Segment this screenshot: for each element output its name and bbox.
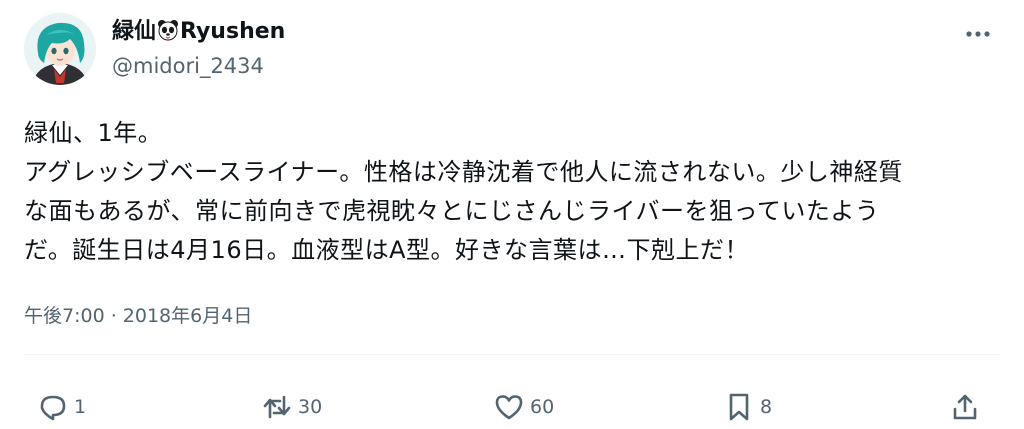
retweet-icon <box>263 395 291 419</box>
bookmark-icon <box>729 393 749 421</box>
share-button[interactable] <box>950 390 980 424</box>
panda-face-icon <box>158 20 179 41</box>
retweet-count: 30 <box>298 396 323 418</box>
display-name-suffix: Ryushen <box>180 19 286 44</box>
retweet-button[interactable]: 30 <box>262 390 322 424</box>
like-count: 60 <box>530 396 555 418</box>
reply-count: 1 <box>74 396 87 418</box>
tweet-timestamp[interactable]: 午後7:00 · 2018年6月4日 <box>24 302 252 330</box>
tweet-text-line: だ。誕生日は4月16日。血液型はA型。好きな言葉は…下剋上だ！ <box>24 236 750 264</box>
reply-button[interactable]: 1 <box>38 390 86 424</box>
like-button[interactable]: 60 <box>494 390 554 424</box>
tweet-card: 緑仙 Ryushen @midori_2434 緑仙、1年。 アグレッシブベース… <box>0 0 1024 429</box>
reply-icon <box>40 395 66 421</box>
avatar[interactable] <box>24 13 96 85</box>
tweet-text: 緑仙、1年。 アグレッシブベースライナー。性格は冷静沈着で他人に流されない。少し… <box>24 114 1009 270</box>
tweet-text-line: アグレッシブベースライナー。性格は冷静沈着で他人に流されない。少し神経質 <box>24 158 903 186</box>
tweet-text-line: 緑仙、1年。 <box>24 119 163 147</box>
display-name-prefix: 緑仙 <box>112 19 157 44</box>
display-name[interactable]: 緑仙 Ryushen <box>112 18 285 46</box>
avatar-illustration <box>24 13 96 85</box>
heart-icon <box>495 395 523 420</box>
share-icon <box>953 394 977 420</box>
more-button[interactable] <box>958 20 998 48</box>
user-handle[interactable]: @midori_2434 <box>112 52 264 80</box>
bookmark-button[interactable]: 8 <box>724 390 772 424</box>
bookmark-count: 8 <box>760 396 773 418</box>
tweet-text-line: な面もあるが、常に前向きで虎視眈々とにじさんじライバーを狙っていたよう <box>24 197 880 225</box>
more-horizontal-icon <box>966 31 990 37</box>
divider <box>24 354 1000 355</box>
